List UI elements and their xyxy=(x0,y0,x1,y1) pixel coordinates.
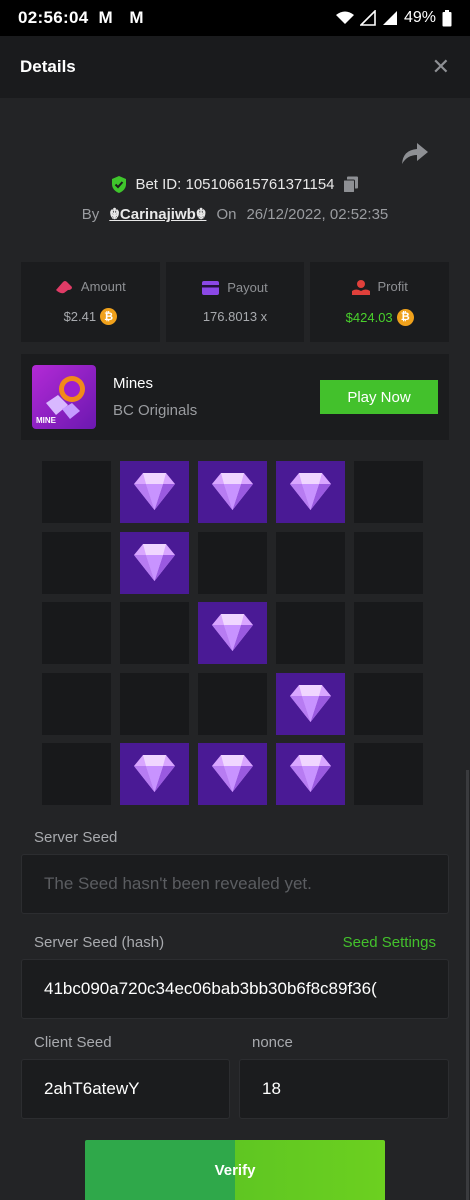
status-bar: 02:56:04 M M 49% xyxy=(0,0,470,36)
game-provider: BC Originals xyxy=(113,402,198,419)
grid-cell xyxy=(354,531,423,594)
bitcoin-coin-icon: ₿ xyxy=(396,308,414,326)
grid-cell xyxy=(42,461,111,523)
status-right: 49% xyxy=(335,9,452,27)
game-card: MINE Mines BC Originals Play Now xyxy=(21,354,449,440)
amount-label: Amount xyxy=(80,279,126,294)
grid-cell xyxy=(354,461,423,523)
grid-cell-gem xyxy=(198,743,267,805)
grid-cell-gem xyxy=(198,461,267,523)
diamond-icon xyxy=(290,755,331,792)
nonce-field[interactable]: 18 xyxy=(239,1059,449,1119)
diamond-icon xyxy=(290,684,331,722)
profit-value: $424.03 xyxy=(345,309,393,325)
status-time: 02:56:04 xyxy=(18,8,89,27)
grid-cell-gem xyxy=(276,461,345,523)
diamond-icon xyxy=(290,473,331,510)
grid-cell-gem xyxy=(120,461,189,523)
signal-icon xyxy=(359,10,376,26)
grid-cell xyxy=(120,672,189,735)
grid-cell xyxy=(42,743,111,805)
diamond-icon xyxy=(212,755,253,792)
diamond-icon xyxy=(134,755,175,792)
payout-label: Payout xyxy=(227,280,268,295)
client-seed-label: Client Seed xyxy=(34,1034,112,1051)
game-info: Mines BC Originals xyxy=(113,375,197,419)
mines-grid xyxy=(42,461,424,805)
stat-profit: Profit $424.03 ₿ xyxy=(310,262,450,342)
signal-icon-2 xyxy=(382,11,397,25)
grid-cell xyxy=(42,531,111,594)
notification-icons: M M xyxy=(98,8,150,27)
server-seed-label: Server Seed xyxy=(34,829,118,846)
bitcoin-coin-icon: ₿ xyxy=(100,308,118,325)
grid-cell xyxy=(120,602,189,664)
grid-cell xyxy=(354,672,423,735)
thumbnail-text: MINE xyxy=(36,416,56,425)
bet-id-row: Bet ID: 105106615761371154 xyxy=(0,176,470,193)
diamond-icon xyxy=(134,543,175,581)
grid-cell-gem xyxy=(276,672,345,735)
grid-cell xyxy=(42,602,111,664)
bet-byline: By ☬Carinajiwb☬ On 26/12/2022, 02:52:35 xyxy=(0,205,470,224)
on-label: On xyxy=(216,205,237,223)
by-label: By xyxy=(81,205,100,223)
amount-value-row: $2.41 ₿ xyxy=(64,308,118,325)
grid-cell xyxy=(42,672,111,735)
play-now-button[interactable]: Play Now xyxy=(320,380,438,414)
grid-cell xyxy=(354,743,423,805)
grid-cell xyxy=(354,602,423,664)
amount-value: $2.41 xyxy=(63,309,97,324)
grid-cell xyxy=(198,672,267,735)
scrollbar[interactable] xyxy=(466,770,469,1200)
diamond-icon xyxy=(212,614,253,651)
battery-percent: 49% xyxy=(403,9,436,26)
stat-payout: Payout 176.8013 x xyxy=(165,262,305,342)
server-hash-field[interactable]: 41bc090a720c34ec06bab3bb30b6f8c89f36( xyxy=(21,959,449,1019)
payout-label-row: Payout xyxy=(202,280,268,295)
username-link[interactable]: ☬Carinajiwb☬ xyxy=(109,205,206,223)
server-seed-field[interactable]: The Seed hasn't been revealed yet. xyxy=(21,854,449,914)
verify-button[interactable]: Verify xyxy=(85,1140,385,1200)
seed-settings-link[interactable]: Seed Settings xyxy=(343,934,436,951)
share-icon[interactable] xyxy=(400,141,430,167)
grid-cell xyxy=(276,531,345,594)
grid-cell-gem xyxy=(198,602,267,664)
diamond-icon xyxy=(212,473,253,510)
profit-label: Profit xyxy=(377,279,408,294)
server-hash-label: Server Seed (hash) xyxy=(34,934,165,951)
wallet-icon xyxy=(202,280,220,295)
bet-stats: Amount $2.41 ₿ Payout 176.8013 x Profit … xyxy=(21,262,450,342)
grid-cell xyxy=(276,602,345,664)
grid-cell-gem xyxy=(120,743,189,805)
details-header: Details ✕ xyxy=(0,36,470,98)
copy-icon[interactable] xyxy=(342,176,359,193)
grid-cell xyxy=(198,531,267,594)
bet-id: Bet ID: 105106615761371154 xyxy=(135,176,335,193)
stat-amount: Amount $2.41 ₿ xyxy=(21,262,160,342)
close-icon[interactable]: ✕ xyxy=(432,54,450,80)
profit-icon xyxy=(351,279,370,295)
grid-cell-gem xyxy=(120,531,189,594)
amount-label-row: Amount xyxy=(55,279,126,294)
profit-value-row: $424.03 ₿ xyxy=(345,308,414,326)
battery-icon xyxy=(442,9,452,26)
client-seed-field[interactable]: 2ahT6atewY xyxy=(21,1059,230,1119)
page-title: Details xyxy=(20,57,76,76)
payout-value: 176.8013 x xyxy=(202,309,268,324)
grid-cell-gem xyxy=(276,743,345,805)
wifi-icon xyxy=(335,11,354,24)
game-thumbnail[interactable]: MINE xyxy=(32,365,96,429)
bet-date: 26/12/2022, 02:52:35 xyxy=(246,205,389,223)
shield-check-icon xyxy=(112,176,127,193)
nonce-label: nonce xyxy=(252,1034,293,1051)
profit-label-row: Profit xyxy=(351,279,408,295)
money-icon xyxy=(55,280,72,293)
diamond-icon xyxy=(134,473,175,510)
game-name: Mines xyxy=(113,375,154,392)
